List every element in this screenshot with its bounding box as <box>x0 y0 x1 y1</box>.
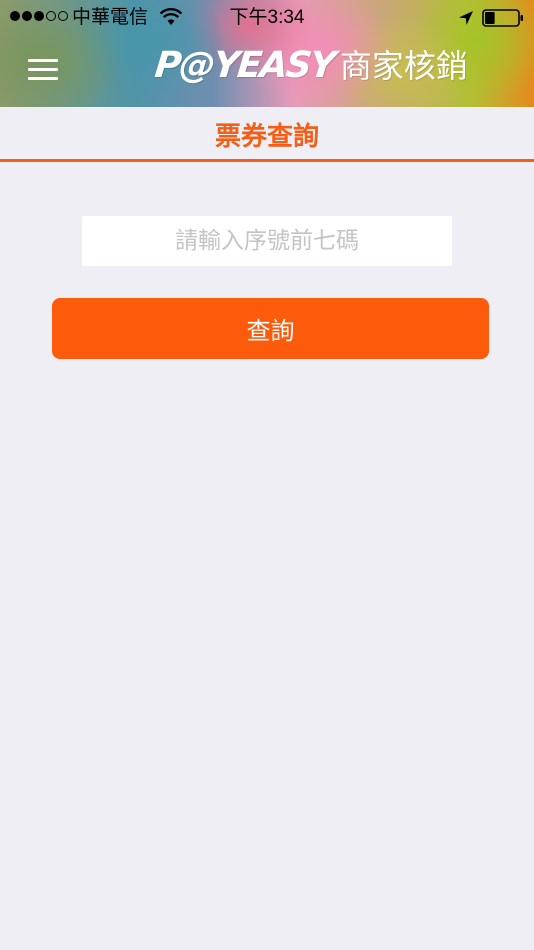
title-divider <box>0 159 534 162</box>
location-arrow-icon <box>459 11 473 25</box>
nav-bar: P@YEASY 商家核銷 <box>0 36 534 107</box>
query-button[interactable]: 查詢 <box>52 298 489 359</box>
nav-title: 商家核銷 <box>339 47 468 85</box>
serial-number-input[interactable] <box>82 216 452 266</box>
hamburger-menu-icon[interactable] <box>26 54 60 84</box>
brand: P@YEASY 商家核銷 <box>152 44 468 88</box>
page-title: 票券查詢 <box>214 122 319 152</box>
status-time: 下午3:34 <box>229 7 305 28</box>
app-header: 中華電信 下午3:34 P@YEASY 商家核銷 <box>0 0 534 107</box>
battery-icon <box>482 9 523 27</box>
brand-logo: P@YEASY <box>152 45 337 86</box>
battery-level-fill <box>485 12 495 24</box>
status-bar: 中華電信 下午3:34 <box>0 0 534 36</box>
